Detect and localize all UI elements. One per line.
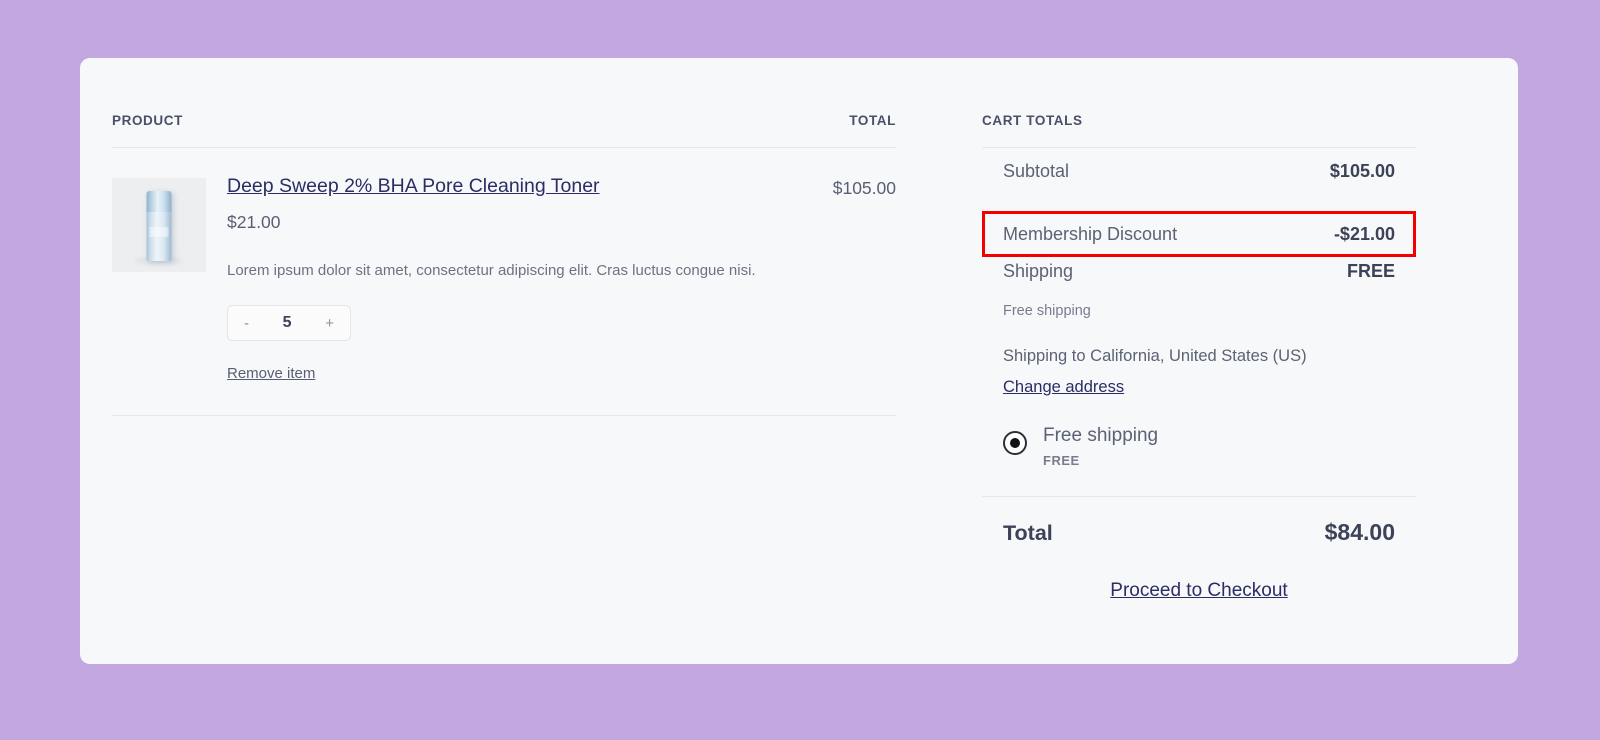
quantity-decrement-button[interactable]: - (244, 316, 249, 331)
grand-total-row: Total $84.00 (982, 519, 1416, 546)
quantity-value[interactable]: 5 (283, 314, 292, 332)
column-header-total: TOTAL (849, 113, 896, 128)
quantity-increment-button[interactable]: + (325, 316, 334, 331)
shipping-method-cost: FREE (1043, 452, 1080, 468)
remove-item-link[interactable]: Remove item (227, 365, 315, 382)
bottle-icon (146, 191, 172, 261)
product-details: Deep Sweep 2% BHA Pore Cleaning Toner $2… (206, 175, 896, 383)
cart-totals-panel: CART TOTALS Subtotal $105.00 Membership … (982, 113, 1416, 602)
membership-discount-row: Membership Discount -$21.00 (982, 211, 1416, 257)
bottle-label-icon (149, 227, 169, 237)
shipping-value: FREE (1346, 261, 1395, 281)
shipping-method-option[interactable]: Free shipping FREE (982, 425, 1416, 497)
checkout-action: Proceed to Checkout (982, 580, 1416, 602)
product-table: PRODUCT TOTAL Deep Sweep 2% BHA Pore Cle… (112, 113, 896, 417)
bottle-cap-icon (146, 191, 172, 212)
column-header-product: PRODUCT (112, 113, 183, 128)
product-unit-price: $21.00 (227, 212, 281, 233)
subtotal-value: $105.00 (1329, 161, 1395, 181)
product-thumbnail-cell (112, 175, 206, 383)
shipping-method-radio[interactable] (1003, 431, 1027, 455)
grand-total-label: Total (1003, 520, 1053, 545)
shipping-label: Shipping (1003, 261, 1074, 281)
cart-page: PRODUCT TOTAL Deep Sweep 2% BHA Pore Cle… (0, 0, 1600, 740)
quantity-stepper[interactable]: - 5 + (227, 305, 351, 342)
shipping-destination: Shipping to California, United States (U… (1003, 347, 1307, 365)
membership-discount-label: Membership Discount (1003, 223, 1178, 244)
grand-total-value: $84.00 (1324, 518, 1395, 545)
shipping-method-name: Free shipping (1043, 425, 1159, 446)
table-row: Deep Sweep 2% BHA Pore Cleaning Toner $2… (112, 148, 896, 417)
product-description: Lorem ipsum dolor sit amet, consectetur … (227, 262, 756, 280)
product-table-header: PRODUCT TOTAL (112, 113, 896, 148)
shipping-method-text: Free shipping FREE (1027, 425, 1159, 468)
cart-card: PRODUCT TOTAL Deep Sweep 2% BHA Pore Cle… (80, 58, 1518, 664)
subtotal-row: Subtotal $105.00 (982, 161, 1416, 211)
membership-discount-value: -$21.00 (1333, 223, 1395, 244)
proceed-to-checkout-button[interactable]: Proceed to Checkout (1110, 580, 1287, 601)
toner-bottle-thumbnail[interactable] (112, 178, 206, 272)
change-address-link[interactable]: Change address (1003, 378, 1124, 397)
product-title-link[interactable]: Deep Sweep 2% BHA Pore Cleaning Toner (227, 175, 600, 198)
subtotal-label: Subtotal (1003, 161, 1070, 181)
shipping-note: Free shipping (1003, 303, 1091, 319)
cart-totals-heading: CART TOTALS (982, 113, 1416, 148)
product-line-total: $105.00 (832, 178, 896, 198)
